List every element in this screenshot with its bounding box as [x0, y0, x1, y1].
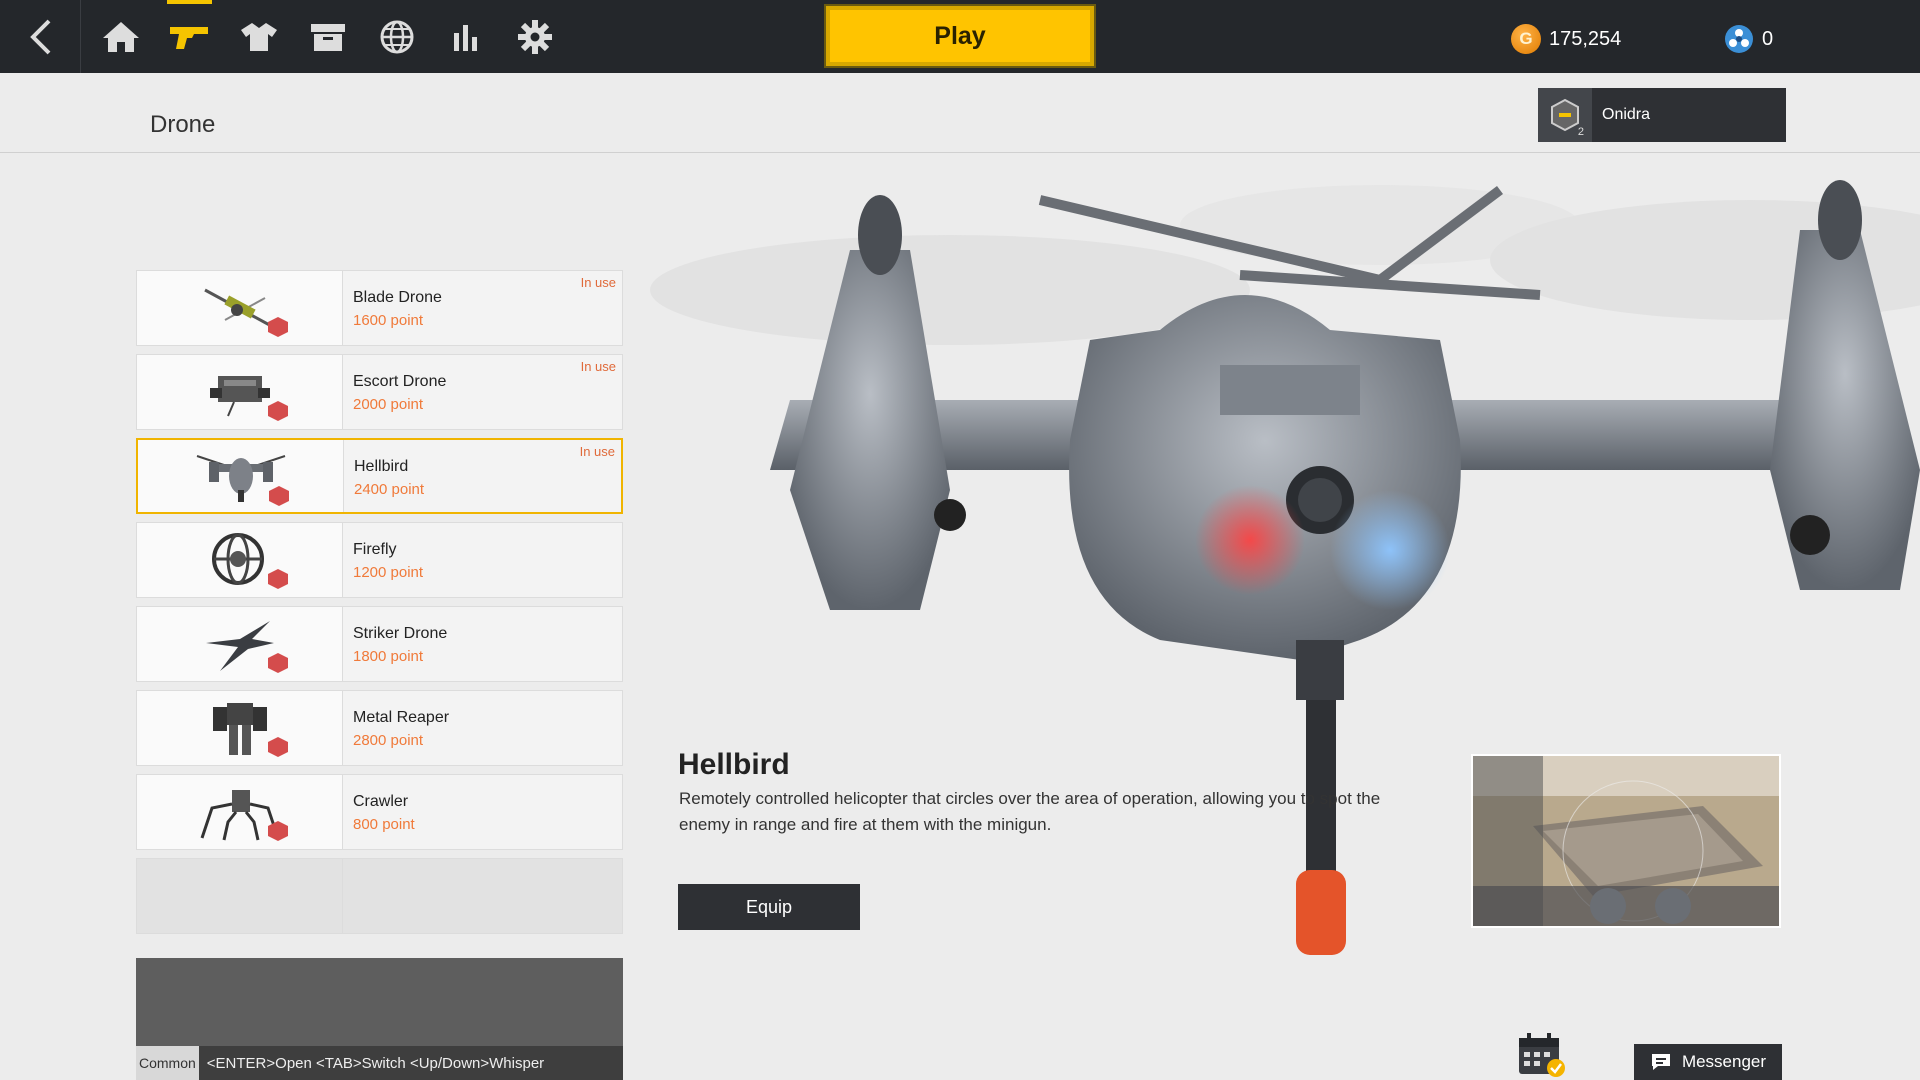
pistol-icon	[169, 26, 208, 49]
drone-name: Hellbird	[354, 458, 409, 475]
back-button[interactable]	[0, 0, 81, 73]
chat-input-bar[interactable]: Common <ENTER>Open <TAB>Switch <Up/Down>…	[136, 1046, 623, 1080]
chat-bubble-icon	[1651, 1054, 1670, 1070]
globe-icon	[380, 20, 413, 53]
drone-thumbnail	[138, 440, 344, 512]
back-arrow-icon	[30, 19, 51, 54]
nav-world[interactable]	[362, 0, 431, 73]
box-icon	[310, 23, 345, 51]
profile-chip[interactable]: 2 Onidra	[1538, 88, 1786, 142]
drone-item-empty-slot[interactable]	[136, 858, 623, 934]
chat-box[interactable]: Common <ENTER>Open <TAB>Switch <Up/Down>…	[136, 958, 623, 1080]
equip-button[interactable]: Equip	[678, 884, 860, 930]
rank-number: 2	[1577, 126, 1584, 138]
drone-points: 800 point	[353, 816, 415, 833]
metal-reaper-icon	[212, 703, 267, 755]
in-use-tag: In use	[580, 275, 616, 290]
nav-settings[interactable]	[500, 0, 569, 73]
preview-scene-image	[1473, 756, 1779, 926]
detail-description: Remotely controlled helicopter that circ…	[679, 789, 1381, 834]
messenger-button[interactable]: Messenger	[1634, 1044, 1782, 1080]
in-use-tag: In use	[580, 359, 616, 374]
messenger-label: Messenger	[1681, 1052, 1767, 1071]
chat-channel-tab[interactable]: Common	[136, 1046, 199, 1080]
drone-item-firefly[interactable]: Firefly 1200 point	[136, 522, 623, 598]
drone-name: Metal Reaper	[353, 709, 450, 726]
bar-chart-icon	[453, 24, 477, 51]
drone-info: Hellbird 2400 point	[344, 440, 424, 512]
gold-coin-icon: G	[1511, 24, 1541, 54]
page-title: Drone	[150, 111, 216, 138]
nav-weapons[interactable]	[155, 0, 224, 73]
drone-points: 1200 point	[353, 564, 424, 581]
drone-thumbnail	[137, 355, 343, 429]
drone-info: Metal Reaper 2800 point	[343, 691, 449, 765]
drone-thumbnail	[137, 775, 343, 849]
nav-storage[interactable]	[293, 0, 362, 73]
drone-item-escort-drone[interactable]: Escort Drone 2000 point In use	[136, 354, 623, 430]
drone-thumbnail	[137, 271, 343, 345]
firefly-icon	[211, 533, 264, 585]
drone-thumbnail	[137, 691, 343, 765]
drone-points: 2800 point	[353, 732, 424, 749]
play-button[interactable]: Play	[824, 4, 1096, 68]
drone-points: 1800 point	[353, 648, 424, 665]
drone-preview-video[interactable]	[1471, 754, 1781, 928]
main-nav	[86, 0, 569, 73]
gem-amount: 0	[1762, 27, 1774, 50]
drone-item-hellbird[interactable]: Hellbird 2400 point In use	[136, 438, 623, 514]
gem-currency-icon	[1725, 25, 1753, 53]
calendar-icon[interactable]	[1515, 1030, 1567, 1080]
sub-header: Drone 2 Onidra	[0, 73, 1920, 153]
drone-info: Crawler 800 point	[343, 775, 415, 849]
detail-title: Hellbird	[678, 748, 790, 781]
drone-item-blade-drone[interactable]: Blade Drone 1600 point In use	[136, 270, 623, 346]
drone-name: Blade Drone	[353, 289, 442, 306]
drone-points: 2400 point	[354, 481, 425, 498]
drone-name: Crawler	[353, 793, 409, 810]
drone-name: Firefly	[353, 541, 397, 558]
gem-balance: 0	[1724, 24, 1773, 54]
drone-points: 2000 point	[353, 396, 424, 413]
nav-home[interactable]	[86, 0, 155, 73]
shirt-icon	[240, 22, 277, 51]
drone-name: Escort Drone	[353, 373, 447, 390]
gold-amount: 175,254	[1549, 27, 1622, 50]
drone-info: Striker Drone 1800 point	[343, 607, 447, 681]
gear-icon	[517, 19, 552, 54]
rank-badge: 2	[1538, 88, 1592, 142]
drone-item-crawler[interactable]: Crawler 800 point	[136, 774, 623, 850]
nav-outfit[interactable]	[224, 0, 293, 73]
profile-name: Onidra	[1602, 106, 1651, 123]
drone-thumbnail	[137, 859, 343, 933]
drone-item-metal-reaper[interactable]: Metal Reaper 2800 point	[136, 690, 623, 766]
rank-shield-icon	[1551, 98, 1579, 132]
drone-info: Blade Drone 1600 point	[343, 271, 442, 345]
nav-stats[interactable]	[431, 0, 500, 73]
drone-item-striker-drone[interactable]: Striker Drone 1800 point	[136, 606, 623, 682]
home-icon	[102, 21, 139, 52]
top-bar: Play G 175,254 0	[0, 0, 1920, 73]
chat-hint: <ENTER>Open <TAB>Switch <Up/Down>Whisper	[206, 1054, 545, 1072]
escort-drone-icon	[209, 376, 270, 417]
drone-points: 1600 point	[353, 312, 424, 329]
drone-thumbnail	[137, 523, 343, 597]
drone-name: Striker Drone	[353, 625, 448, 642]
drone-info: Firefly 1200 point	[343, 523, 423, 597]
striker-drone-icon	[205, 621, 274, 671]
drone-thumbnail	[137, 607, 343, 681]
in-use-tag: In use	[579, 444, 615, 459]
drone-list: Blade Drone 1600 point In use Escort Dro…	[136, 270, 623, 942]
drone-info: Escort Drone 2000 point	[343, 355, 446, 429]
gold-balance: G 175,254	[1511, 24, 1621, 54]
